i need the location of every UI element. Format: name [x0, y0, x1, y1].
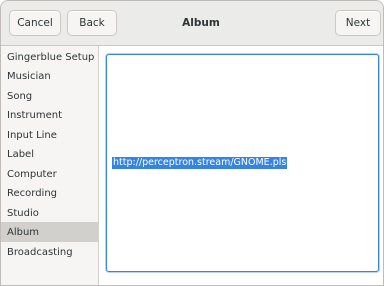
sidebar-item-song[interactable]: Song — [1, 86, 98, 106]
back-button[interactable]: Back — [67, 10, 117, 36]
cancel-button[interactable]: Cancel — [9, 10, 61, 36]
sidebar-item-musician[interactable]: Musician — [1, 66, 98, 86]
sidebar-item-instrument[interactable]: Instrument — [1, 105, 98, 125]
text-view[interactable]: http://perceptron.stream/GNOME.pls — [106, 54, 379, 272]
page-title: Album — [182, 17, 220, 29]
sidebar-item-broadcasting[interactable]: Broadcasting — [1, 242, 98, 262]
next-button[interactable]: Next — [335, 10, 381, 36]
sidebar-item-studio[interactable]: Studio — [1, 203, 98, 223]
selected-url-text: http://perceptron.stream/GNOME.pls — [112, 157, 288, 169]
header-bar: Cancel Back Album Next — [1, 1, 383, 46]
sidebar-item-input-line[interactable]: Input Line — [1, 125, 98, 145]
assistant-window: Cancel Back Album Next Gingerblue Setup … — [0, 0, 384, 286]
sidebar-item-gingerblue-setup[interactable]: Gingerblue Setup — [1, 47, 98, 67]
sidebar-item-recording[interactable]: Recording — [1, 183, 98, 203]
sidebar: Gingerblue Setup Musician Song Instrumen… — [1, 46, 99, 285]
sidebar-item-computer[interactable]: Computer — [1, 164, 98, 184]
sidebar-item-label[interactable]: Label — [1, 144, 98, 164]
sidebar-item-album[interactable]: Album — [1, 222, 98, 242]
